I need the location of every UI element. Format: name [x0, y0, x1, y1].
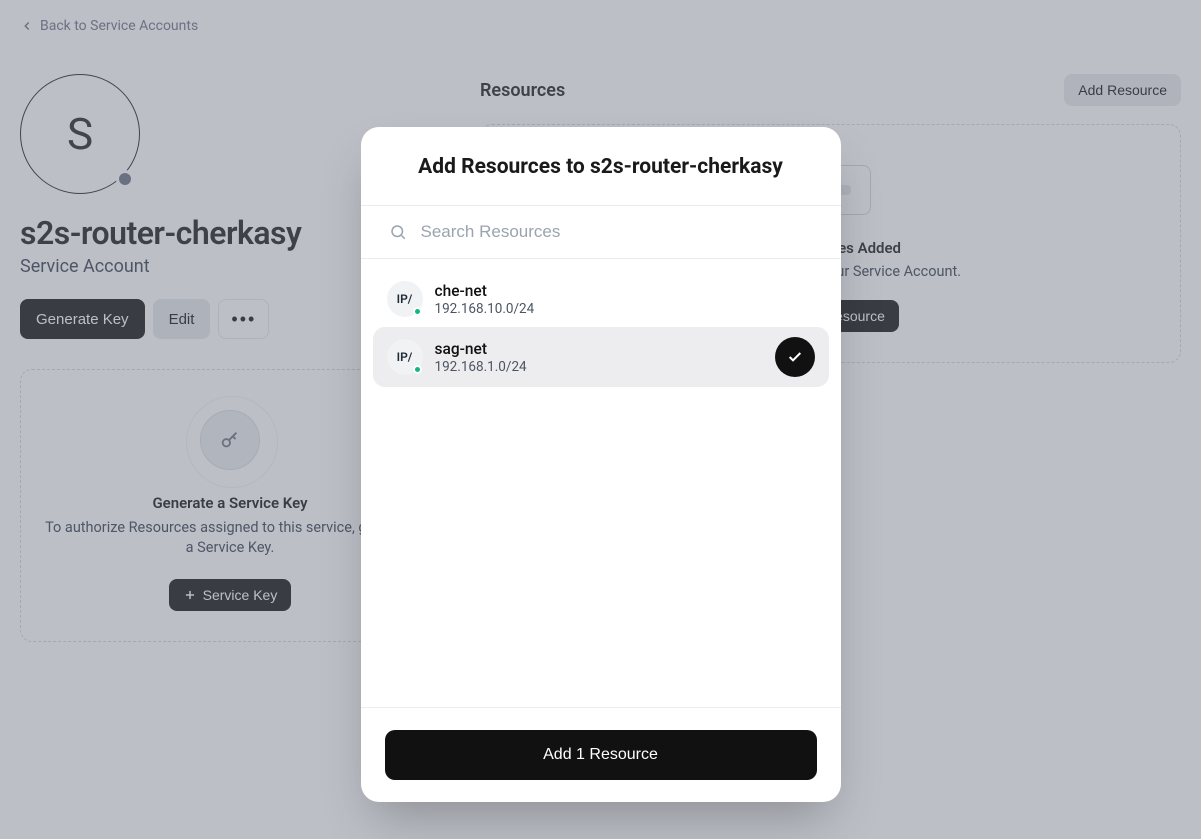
- resource-cidr: 192.168.1.0/24: [435, 359, 763, 375]
- search-icon: [389, 223, 407, 241]
- resource-name: che-net: [435, 282, 815, 300]
- ip-badge-icon: IP/: [387, 339, 423, 375]
- status-dot-online: [413, 365, 422, 374]
- check-icon: [787, 349, 803, 365]
- status-dot-online: [413, 307, 422, 316]
- resource-item-sag-net[interactable]: IP/ sag-net 192.168.1.0/24: [373, 327, 829, 387]
- add-resource-submit-button[interactable]: Add 1 Resource: [385, 730, 817, 780]
- resource-list: IP/ che-net 192.168.10.0/24 IP/ sag-net …: [361, 259, 841, 707]
- resource-cidr: 192.168.10.0/24: [435, 301, 815, 317]
- modal-title: Add Resources to s2s-router-cherkasy: [361, 127, 841, 205]
- add-resources-modal: Add Resources to s2s-router-cherkasy IP/…: [361, 127, 841, 802]
- selected-check: [775, 337, 815, 377]
- resource-item-che-net[interactable]: IP/ che-net 192.168.10.0/24: [373, 271, 829, 327]
- resource-name: sag-net: [435, 340, 763, 358]
- modal-overlay[interactable]: Add Resources to s2s-router-cherkasy IP/…: [0, 0, 1201, 839]
- modal-search-bar[interactable]: [361, 205, 841, 259]
- search-input[interactable]: [421, 222, 813, 242]
- ip-badge-icon: IP/: [387, 281, 423, 317]
